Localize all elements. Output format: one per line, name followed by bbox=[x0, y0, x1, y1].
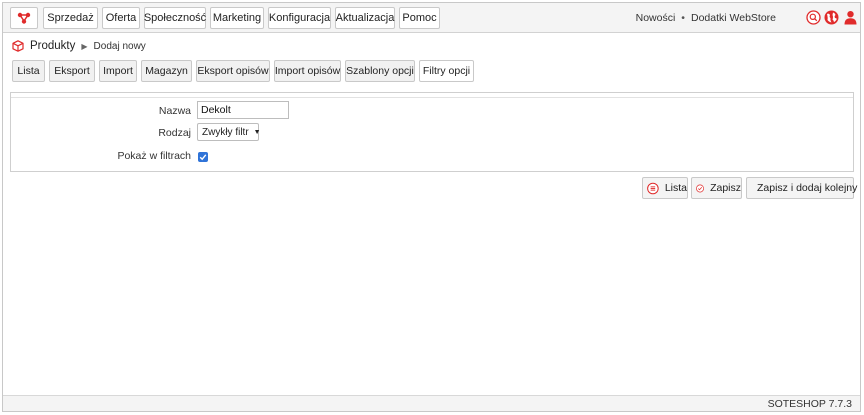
product-box-icon bbox=[12, 40, 24, 52]
footer-bar: SOTESHOP 7.7.3 bbox=[3, 395, 860, 411]
save-button-label: Zapisz bbox=[710, 182, 741, 194]
breadcrumb-products[interactable]: Produkty bbox=[30, 40, 75, 52]
tab-eksport[interactable]: Eksport bbox=[49, 60, 95, 82]
version-label: SOTESHOP 7.7.3 bbox=[767, 398, 852, 410]
form-panel: Nazwa Rodzaj Zwykły filtr ▼ Pokaż w filt… bbox=[10, 92, 854, 172]
show-in-filters-label: Pokaż w filtrach bbox=[117, 150, 191, 162]
nav-spolecznosc[interactable]: Społeczność bbox=[144, 7, 206, 29]
list-button-label: Lista bbox=[664, 182, 687, 194]
tab-import-opisow[interactable]: Import opisów bbox=[274, 60, 341, 82]
app-window: Sprzedaż Oferta Społeczność Marketing Ko… bbox=[2, 2, 861, 412]
checkmark-icon bbox=[199, 154, 207, 161]
nav-marketing[interactable]: Marketing bbox=[210, 7, 264, 29]
tab-import[interactable]: Import bbox=[99, 60, 137, 82]
show-in-filters-checkbox[interactable] bbox=[198, 152, 208, 162]
tab-magazyn[interactable]: Magazyn bbox=[141, 60, 192, 82]
tab-eksport-opisow[interactable]: Eksport opisów bbox=[196, 60, 270, 82]
news-link[interactable]: Nowości bbox=[636, 12, 676, 24]
breadcrumb: Produkty ▶ Dodaj nowy bbox=[12, 40, 146, 52]
nav-pomoc[interactable]: Pomoc bbox=[399, 7, 440, 29]
caret-down-icon: ▼ bbox=[253, 128, 261, 136]
nav-aktualizacja[interactable]: Aktualizacja bbox=[335, 7, 395, 29]
globe-icon[interactable] bbox=[824, 10, 839, 25]
list-icon bbox=[647, 182, 659, 194]
save-and-add-button-label: Zapisz i dodaj kolejny bbox=[757, 182, 858, 194]
name-input[interactable] bbox=[197, 101, 289, 119]
type-dropdown-value: Zwykły filtr bbox=[202, 126, 249, 138]
tab-szablony-opcji[interactable]: Szablony opcji bbox=[345, 60, 415, 82]
top-navigation: Sprzedaż Oferta Społeczność Marketing Ko… bbox=[3, 3, 860, 33]
panel-header-strip bbox=[11, 93, 853, 98]
nav-oferta[interactable]: Oferta bbox=[102, 7, 140, 29]
top-links: Nowości • Dodatki WebStore bbox=[636, 12, 776, 24]
addons-link[interactable]: Dodatki WebStore bbox=[691, 12, 776, 24]
type-dropdown[interactable]: Zwykły filtr ▼ bbox=[197, 123, 261, 141]
link-separator: • bbox=[681, 12, 685, 24]
logo-icon bbox=[17, 12, 31, 24]
home-logo-button[interactable] bbox=[10, 7, 38, 29]
name-label: Nazwa bbox=[158, 105, 191, 117]
breadcrumb-arrow-icon: ▶ bbox=[81, 41, 88, 51]
user-icon[interactable] bbox=[843, 10, 858, 25]
tab-filtry-opcji[interactable]: Filtry opcji bbox=[419, 60, 474, 82]
type-label: Rodzaj bbox=[158, 127, 191, 139]
save-button[interactable]: Zapisz bbox=[691, 177, 742, 199]
search-icon[interactable] bbox=[806, 10, 821, 25]
nav-konfiguracja[interactable]: Konfiguracja bbox=[268, 7, 331, 29]
list-button[interactable]: Lista bbox=[642, 177, 688, 199]
nav-sprzedaz[interactable]: Sprzedaż bbox=[43, 7, 98, 29]
save-and-add-button[interactable]: Zapisz i dodaj kolejny bbox=[746, 177, 858, 199]
check-circle-icon bbox=[696, 184, 704, 192]
breadcrumb-current: Dodaj nowy bbox=[93, 40, 146, 52]
tab-lista[interactable]: Lista bbox=[12, 60, 45, 82]
